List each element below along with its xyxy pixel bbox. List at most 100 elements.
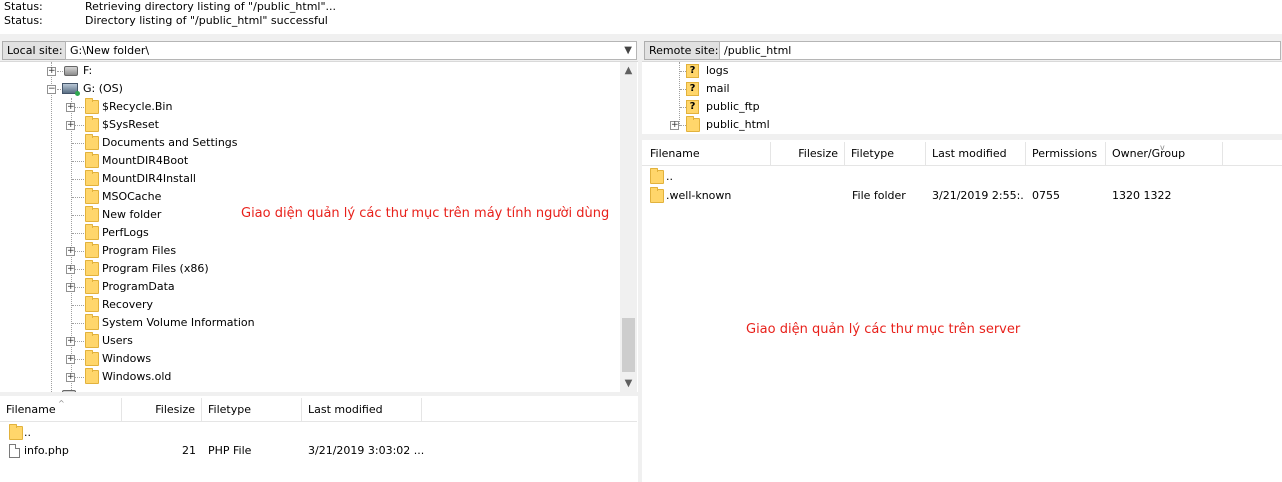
scroll-up-icon[interactable]: ▲ (620, 62, 637, 79)
tree-item-label: mail (706, 82, 730, 95)
chevron-down-icon[interactable]: ▼ (624, 42, 632, 59)
local-site-bar: Local site: G:\New folder\ ▼ (0, 38, 638, 62)
folder-icon (85, 296, 99, 312)
remote-tree-item[interactable]: ? logs (642, 62, 1282, 80)
local-directory-tree[interactable]: + F: − G: (OS) + $Recycle.Bin + $SysReset Do… (0, 62, 620, 392)
tree-item-folder[interactable]: MountDIR4Install (0, 170, 620, 188)
expand-icon[interactable]: + (670, 121, 679, 130)
hard-drive-icon (64, 66, 78, 76)
folder-icon (9, 424, 23, 440)
tree-item-folder[interactable]: + Windows (0, 350, 620, 368)
remote-file-list[interactable]: Filename Filesize Filetype Last modified… (642, 142, 1282, 482)
tree-item-folder[interactable]: + $SysReset (0, 116, 620, 134)
local-tree-scrollbar[interactable]: ▲ ▼ (620, 62, 637, 392)
tree-item-folder[interactable]: Recovery (0, 296, 620, 314)
column-header-filesize[interactable]: Filesize (771, 142, 845, 166)
remote-file-row[interactable]: .well-known File folder 3/21/2019 2:55:.… (642, 186, 1282, 206)
expand-icon[interactable]: + (66, 373, 75, 382)
remote-splitter[interactable] (642, 134, 1282, 140)
unknown-folder-icon: ? (686, 82, 699, 96)
tree-item-label: logs (706, 64, 729, 77)
file-name: .. (24, 426, 31, 439)
scroll-down-icon[interactable]: ▼ (620, 375, 637, 392)
file-size: 21 (182, 444, 196, 457)
tree-item-label: PerfLogs (102, 226, 149, 239)
folder-icon (650, 168, 664, 184)
remote-panel: Remote site: /public_html ? logs? mail ? pub… (642, 38, 1282, 482)
tree-item-label: Windows (102, 352, 152, 365)
remote-tree-item[interactable]: ? mail (642, 80, 1282, 98)
folder-icon (85, 278, 99, 294)
tree-item-folder[interactable]: + Windows.old (0, 368, 620, 386)
file-type: PHP File (208, 444, 252, 457)
folder-icon (686, 116, 700, 132)
local-file-row-parent[interactable]: .. (0, 423, 637, 443)
local-path-combobox[interactable]: G:\New folder\ ▼ (65, 41, 637, 60)
tree-item-folder[interactable]: MountDIR4Boot (0, 152, 620, 170)
file-name: .. (666, 170, 673, 183)
local-annotation: Giao diện quản lý các thư mục trên máy t… (241, 206, 610, 221)
expand-icon[interactable]: + (66, 355, 75, 364)
tree-item-label: Documents and Settings (102, 136, 238, 149)
tree-item-label: Program Files (102, 244, 177, 257)
folder-icon (85, 206, 99, 222)
tree-item-folder[interactable]: + $Recycle.Bin (0, 98, 620, 116)
local-list-header: Filename ^ Filesize Filetype Last modifi… (0, 398, 637, 422)
file-icon (9, 444, 20, 458)
remote-site-label: Remote site: (644, 41, 724, 60)
tree-item-drive-g[interactable]: − G: (OS) (0, 80, 620, 98)
tree-item-folder[interactable]: + Users (0, 332, 620, 350)
column-header-owner-group[interactable]: Owner/Group v (1106, 142, 1223, 166)
column-header-last-modified[interactable]: Last modified (302, 398, 422, 422)
tree-item-folder[interactable]: + ProgramData (0, 278, 620, 296)
column-header-last-modified[interactable]: Last modified (926, 142, 1026, 166)
column-header-filesize[interactable]: Filesize (122, 398, 202, 422)
tree-item-folder[interactable]: + Program Files (0, 242, 620, 260)
tree-item-drive-f[interactable]: + F: (0, 62, 620, 80)
expand-icon[interactable]: + (66, 247, 75, 256)
sort-ascending-icon: ^ (58, 399, 65, 408)
tree-item-label: Users (102, 334, 133, 347)
column-header-filename[interactable]: Filename ^ (0, 398, 122, 422)
tree-item-folder[interactable]: + Program Files (x86) (0, 260, 620, 278)
status-message: Retrieving directory listing of "/public… (85, 0, 337, 13)
scrollbar-thumb[interactable] (622, 318, 635, 372)
tree-item-label: Program Files (x86) (102, 262, 209, 275)
local-file-list[interactable]: Filename ^ Filesize Filetype Last modifi… (0, 396, 637, 482)
tree-item-folder[interactable]: System Volume Information (0, 314, 620, 332)
remote-file-row-parent[interactable]: .. (642, 167, 1282, 187)
remote-tree-item[interactable]: ? public_ftp (642, 98, 1282, 116)
column-header-permissions[interactable]: Permissions (1026, 142, 1106, 166)
file-owner-group: 1320 1322 (1112, 189, 1172, 202)
tree-item-label: public_html (706, 118, 770, 131)
tree-item-folder[interactable]: MSOCache (0, 188, 620, 206)
message-log: Status: Retrieving directory listing of … (0, 0, 1282, 36)
expand-icon[interactable]: + (66, 283, 75, 292)
folder-icon (85, 314, 99, 330)
file-name: .well-known (666, 189, 732, 202)
column-header-filetype[interactable]: Filetype (202, 398, 302, 422)
folder-icon (85, 224, 99, 240)
column-header-filetype[interactable]: Filetype (845, 142, 926, 166)
expand-icon[interactable]: + (66, 337, 75, 346)
file-type: File folder (852, 189, 906, 202)
tree-item-label: MountDIR4Boot (102, 154, 189, 167)
tree-item-label: MountDIR4Install (102, 172, 196, 185)
remote-path-combobox[interactable]: /public_html (719, 41, 1281, 60)
tree-item-folder[interactable]: Documents and Settings (0, 134, 620, 152)
remote-site-bar: Remote site: /public_html (642, 38, 1282, 62)
file-modified: 3/21/2019 3:03:02 ... (308, 444, 425, 457)
remote-directory-tree[interactable]: ? logs? mail ? public_ftp + public_html (642, 62, 1282, 134)
expand-icon[interactable]: + (66, 121, 75, 130)
tree-item-label: Windows.old (102, 370, 172, 383)
expand-icon[interactable]: + (47, 67, 56, 76)
tree-item-label: ProgramData (102, 280, 175, 293)
expand-icon[interactable]: + (66, 103, 75, 112)
remote-tree-item[interactable]: + public_html (642, 116, 1282, 134)
collapse-icon[interactable]: − (47, 85, 56, 94)
expand-icon[interactable]: + (66, 265, 75, 274)
local-file-row[interactable]: info.php 21 PHP File 3/21/2019 3:03:02 .… (0, 441, 637, 461)
tree-item-folder[interactable]: PerfLogs (0, 224, 620, 242)
column-header-filename[interactable]: Filename (644, 142, 771, 166)
folder-icon (85, 332, 99, 348)
